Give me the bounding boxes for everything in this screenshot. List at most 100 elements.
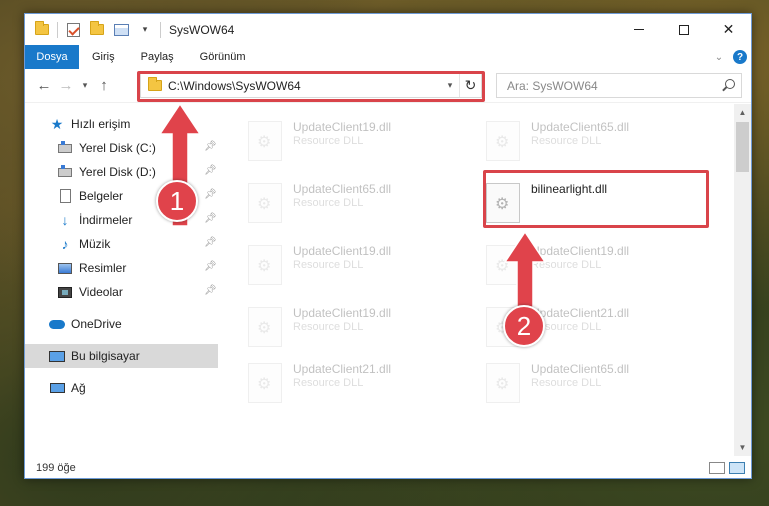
- sidebar-item-pictures[interactable]: Resimler 📌︎: [25, 256, 218, 280]
- file-name: UpdateClient21.dll: [293, 362, 392, 376]
- tab-file[interactable]: Dosya: [25, 45, 79, 69]
- sidebar-item-disk-d[interactable]: Yerel Disk (D:) 📌︎: [25, 160, 218, 184]
- file-description: Resource DLL: [293, 135, 364, 147]
- pin-icon[interactable]: 📌︎: [204, 286, 217, 296]
- recent-locations-button[interactable]: ▾: [77, 75, 93, 97]
- title-bar: ▾ SysWOW64 ✕: [25, 14, 751, 45]
- step-2-badge: 2: [503, 305, 545, 347]
- folder-icon[interactable]: [33, 21, 51, 39]
- expand-ribbon-icon[interactable]: ⌄: [709, 48, 729, 66]
- pin-icon[interactable]: 📌︎: [204, 166, 217, 176]
- toolbar-dropdown-icon[interactable]: ▾: [136, 21, 154, 39]
- maximize-icon: [678, 24, 689, 35]
- details-view-icon[interactable]: [709, 462, 725, 474]
- close-icon: ✕: [722, 21, 735, 37]
- file-name: UpdateClient19.dll: [293, 244, 392, 258]
- large-icons-view-icon[interactable]: [729, 462, 745, 474]
- new-folder-icon[interactable]: [88, 21, 106, 39]
- window-title: SysWOW64: [169, 22, 235, 37]
- file-item[interactable]: UpdateClient65.dll Resource DLL: [221, 174, 443, 226]
- dll-file-icon: [248, 245, 282, 285]
- file-description: Resource DLL: [531, 135, 602, 147]
- sidebar-item-label: Müzik: [79, 237, 111, 251]
- scroll-down-icon[interactable]: ▼: [734, 439, 751, 456]
- sidebar-item-music[interactable]: ♪ Müzik 📌︎: [25, 232, 218, 256]
- help-icon[interactable]: ?: [733, 50, 747, 64]
- videos-icon: [57, 284, 73, 300]
- pin-icon[interactable]: 📌︎: [204, 262, 217, 272]
- minimize-button[interactable]: [616, 14, 661, 45]
- close-button[interactable]: ✕: [706, 14, 751, 45]
- file-name: UpdateClient21.dll: [531, 306, 630, 320]
- search-input[interactable]: Ara: SysWOW64: [496, 73, 742, 98]
- pin-icon[interactable]: 📌︎: [204, 142, 217, 152]
- dll-file-icon: [248, 183, 282, 223]
- sidebar-item-label: İndirmeler: [79, 213, 133, 227]
- address-highlight-box: [137, 71, 485, 102]
- tab-home[interactable]: Giriş: [79, 45, 128, 69]
- customize-toolbar-icon[interactable]: [112, 21, 130, 39]
- sidebar-item-label: Resimler: [79, 261, 127, 275]
- sidebar-item-label: Videolar: [79, 285, 123, 299]
- properties-check-icon[interactable]: [64, 21, 82, 39]
- forward-button[interactable]: →: [55, 75, 77, 97]
- back-button[interactable]: ←: [33, 75, 55, 97]
- sidebar-item-label: Bu bilgisayar: [71, 349, 140, 363]
- sidebar-item-quick-access[interactable]: ★ Hızlı erişim: [25, 112, 218, 136]
- file-item[interactable]: UpdateClient19.dll Resource DLL: [459, 236, 681, 288]
- dll-file-icon: [486, 363, 520, 403]
- sidebar-item-label: Belgeler: [79, 189, 124, 203]
- document-icon: [57, 188, 73, 204]
- search-icon: [725, 79, 735, 89]
- minimize-icon: [633, 29, 644, 30]
- separator: [57, 21, 58, 38]
- file-item[interactable]: UpdateClient65.dll Resource DLL: [459, 112, 681, 164]
- vertical-scrollbar[interactable]: ▲ ▼: [734, 104, 751, 456]
- sidebar-item-this-pc[interactable]: Bu bilgisayar: [25, 344, 218, 368]
- drive-icon: [57, 164, 73, 180]
- file-item[interactable]: UpdateClient21.dll Resource DLL: [459, 298, 681, 350]
- scroll-thumb[interactable]: [736, 122, 749, 172]
- scroll-up-icon[interactable]: ▲: [734, 104, 751, 121]
- view-switcher: [705, 462, 745, 474]
- file-name: UpdateClient65.dll: [293, 182, 392, 196]
- separator: [160, 21, 161, 38]
- star-icon: ★: [50, 115, 64, 132]
- sidebar-item-disk-c[interactable]: Yerel Disk (C:) 📌︎: [25, 136, 218, 160]
- file-description: Resource DLL: [293, 197, 364, 209]
- navigation-pane: ★ Hızlı erişim Yerel Disk (C:) 📌︎ Yerel …: [25, 104, 218, 456]
- sidebar-item-label: Ağ: [71, 381, 86, 395]
- sidebar-item-onedrive[interactable]: OneDrive: [25, 312, 218, 336]
- sidebar-item-label: Hızlı erişim: [71, 117, 131, 131]
- file-description: Resource DLL: [293, 259, 364, 271]
- tab-view[interactable]: Görünüm: [187, 45, 259, 69]
- dll-file-icon: [248, 121, 282, 161]
- dll-file-icon: [248, 363, 282, 403]
- tab-share[interactable]: Paylaş: [128, 45, 187, 69]
- file-description: Resource DLL: [531, 259, 602, 271]
- music-icon: ♪: [61, 236, 69, 252]
- step-1-badge: 1: [156, 180, 198, 222]
- sidebar-item-videos[interactable]: Videolar 📌︎: [25, 280, 218, 304]
- download-icon: ↓: [61, 212, 69, 228]
- sidebar-item-label: Yerel Disk (D:): [79, 165, 156, 179]
- ribbon-right-controls: ⌄ ?: [709, 48, 747, 66]
- up-button[interactable]: ↑: [93, 75, 115, 97]
- file-item[interactable]: UpdateClient19.dll Resource DLL: [221, 236, 443, 288]
- pin-icon[interactable]: 📌︎: [204, 238, 217, 248]
- maximize-button[interactable]: [661, 14, 706, 45]
- pin-icon[interactable]: 📌︎: [204, 190, 217, 200]
- dll-file-icon: [486, 245, 520, 285]
- file-highlight-box: [483, 170, 709, 228]
- drive-icon: [57, 140, 73, 156]
- file-item[interactable]: UpdateClient19.dll Resource DLL: [221, 298, 443, 350]
- pin-icon[interactable]: 📌︎: [204, 214, 217, 224]
- sidebar-item-network[interactable]: Ağ: [25, 376, 218, 400]
- file-name: UpdateClient65.dll: [531, 362, 630, 376]
- file-description: Resource DLL: [293, 321, 364, 333]
- file-item[interactable]: UpdateClient21.dll Resource DLL: [221, 354, 443, 406]
- file-name: UpdateClient19.dll: [293, 306, 392, 320]
- file-item[interactable]: UpdateClient19.dll Resource DLL: [221, 112, 443, 164]
- file-item[interactable]: UpdateClient65.dll Resource DLL: [459, 354, 681, 406]
- file-description: Resource DLL: [293, 377, 364, 389]
